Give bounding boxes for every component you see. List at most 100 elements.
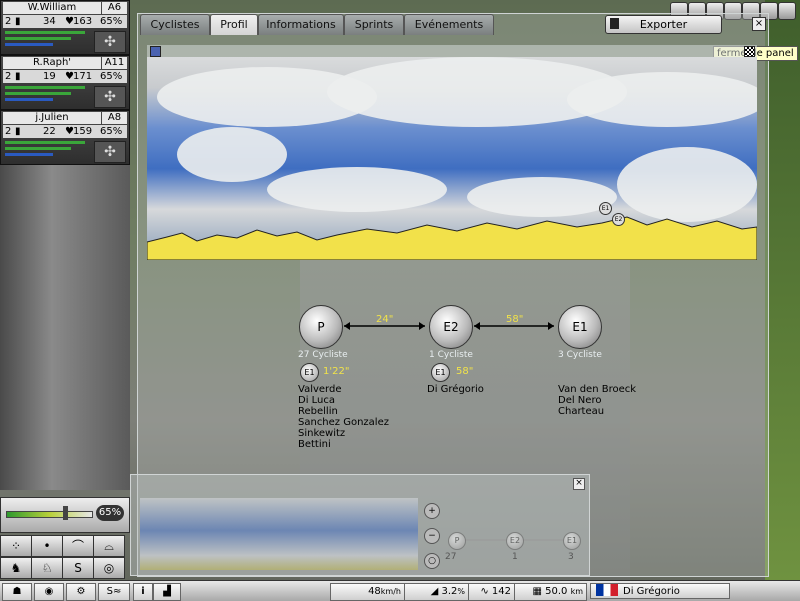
export-button[interactable]: Exporter [605, 15, 722, 34]
effort-slider[interactable]: 65% [0, 497, 130, 533]
bib-number: 2 [5, 71, 12, 82]
france-flag-icon [596, 584, 618, 596]
tab-cyclistes[interactable]: Cyclistes [140, 14, 210, 35]
jersey-icon: ▮ [15, 126, 21, 137]
rider-stat-1: 19 [43, 71, 56, 82]
export-icon [610, 18, 619, 29]
rider-action-icon[interactable]: ✣ [94, 31, 126, 53]
wheel-icon[interactable]: ◎ [93, 557, 125, 579]
list-item[interactable]: Sinkewitz [298, 428, 389, 439]
finish-flag-icon [744, 46, 755, 57]
heart-display: ∿ 142 [468, 583, 515, 601]
rider-stats: 2 ▮ 34 ♥ 163 65% [3, 15, 127, 28]
rider-pct: 65% [100, 16, 123, 27]
stamina-bar [5, 98, 53, 101]
jersey-icon: ▮ [15, 71, 21, 82]
slope-icon: ◢ [430, 586, 442, 597]
mini-group-count: 3 [568, 552, 574, 562]
race-profile-view: E1 E2 [147, 57, 757, 260]
terrain-profile [147, 216, 757, 260]
team-icon[interactable]: ◉ [34, 583, 64, 601]
reference-group-badge: E1 [431, 363, 450, 382]
mini-close-button[interactable]: × [573, 478, 585, 490]
rider-view-icon[interactable]: ☗ [2, 583, 32, 601]
relay-button[interactable]: ⌓ [93, 535, 125, 557]
distance-display: ▦ 50.0 km [514, 583, 587, 601]
rider-card[interactable]: R.Raph' A11 2 ▮ 19 ♥ 171 65% ✣ [0, 55, 130, 110]
list-item[interactable]: Valverde [298, 384, 389, 395]
effort-value: 65% [96, 505, 124, 521]
cyclist-speed-icon[interactable]: ♘ [31, 557, 63, 579]
profile-menu-icon[interactable] [150, 46, 161, 57]
cyclist-icon[interactable]: ♞ [0, 557, 32, 579]
tab-sprints[interactable]: Sprints [344, 14, 404, 35]
speed-unit: km/h [380, 587, 401, 596]
profile-icon[interactable]: ▟ [153, 583, 181, 601]
group-count: 27 Cycliste [298, 350, 348, 360]
status-bar: ☗ ◉ ⚙ S≈ i ▟ 48km/h ◢ 3.2% ∿ 142 ▦ 50.0 … [0, 580, 800, 601]
stamina-bar [5, 153, 53, 156]
list-item[interactable]: Sanchez Gonzalez [298, 417, 389, 428]
list-item[interactable]: Di Luca [298, 395, 389, 406]
zoom-out-icon[interactable]: − [424, 528, 440, 544]
group-count: 3 Cycliste [558, 350, 602, 360]
rider-name: R.Raph' [3, 57, 101, 69]
list-item[interactable]: Bettini [298, 439, 389, 450]
gap-e2-e1: 58" [506, 314, 524, 325]
speed-icon[interactable]: S≈ [98, 583, 130, 601]
sprint-icon[interactable]: S [62, 557, 94, 579]
rider-action-icon[interactable]: ✣ [94, 141, 126, 163]
mini-group-node[interactable]: E2 [506, 532, 524, 550]
rider-stats: 2 ▮ 19 ♥ 171 65% [3, 70, 127, 83]
group-e1[interactable]: E1 [558, 305, 602, 349]
stamina-bar [5, 43, 53, 46]
rider-name: j.Julien [3, 112, 101, 124]
e2-rider-list: Di Grégorio [427, 384, 484, 395]
list-item[interactable]: Del Nero [558, 395, 636, 406]
profile-toolbar [147, 45, 757, 57]
tab-informations[interactable]: Informations [258, 14, 344, 35]
zoom-in-icon[interactable]: + [424, 503, 440, 519]
rider-stat-2: 163 [73, 16, 93, 27]
bib-number: 2 [5, 16, 12, 27]
single-button[interactable]: • [31, 535, 63, 557]
time-gap: 1'22" [323, 366, 350, 377]
group-peloton[interactable]: P [299, 305, 343, 349]
list-item[interactable]: Di Grégorio [427, 384, 484, 395]
mini-group-node[interactable]: P [448, 532, 466, 550]
group-count: 1 Cycliste [429, 350, 473, 360]
info-icon[interactable]: i [133, 583, 153, 601]
options-icon[interactable] [778, 2, 796, 20]
heartrate-icon: ∿ [480, 586, 492, 597]
tab-profil[interactable]: Profil [210, 14, 258, 35]
bib-number: 2 [5, 126, 12, 137]
strategy-icon[interactable]: ⚙ [66, 583, 96, 601]
zoom-reset-icon[interactable]: ○ [424, 553, 440, 569]
list-item[interactable]: Van den Broeck [558, 384, 636, 395]
rider-card[interactable]: j.Julien A8 2 ▮ 22 ♥ 159 65% ✣ [0, 110, 130, 165]
rider-card[interactable]: W.William A6 2 ▮ 34 ♥ 163 65% ✣ [0, 0, 130, 55]
energy-bar [5, 92, 71, 95]
finish-icon: ▦ [532, 586, 546, 597]
energy-bar [5, 147, 71, 150]
mini-group-count: 27 [445, 552, 457, 562]
rider-action-icon[interactable]: ✣ [94, 86, 126, 108]
profile-group-marker[interactable]: E2 [612, 213, 625, 226]
rider-code: A11 [102, 57, 127, 69]
profile-group-marker[interactable]: E1 [599, 202, 612, 215]
selected-rider-name: Di Grégorio [623, 586, 680, 597]
tab-evenements[interactable]: Evénements [404, 14, 494, 35]
time-gap: 58" [456, 366, 474, 377]
group-e2[interactable]: E2 [429, 305, 473, 349]
close-panel-button[interactable]: × [752, 17, 766, 31]
effort-knob[interactable] [63, 506, 68, 520]
effort-track[interactable] [6, 511, 93, 518]
list-item[interactable]: Charteau [558, 406, 636, 417]
slope-display: ◢ 3.2% [404, 583, 469, 601]
mini-group-node[interactable]: E1 [563, 532, 581, 550]
mini-profile-view [140, 498, 418, 570]
e1-rider-list: Van den Broeck Del Nero Charteau [558, 384, 636, 417]
formation-button[interactable]: ⁘ [0, 535, 32, 557]
attack-button[interactable]: ⌒ [62, 535, 94, 557]
list-item[interactable]: Rebellin [298, 406, 389, 417]
